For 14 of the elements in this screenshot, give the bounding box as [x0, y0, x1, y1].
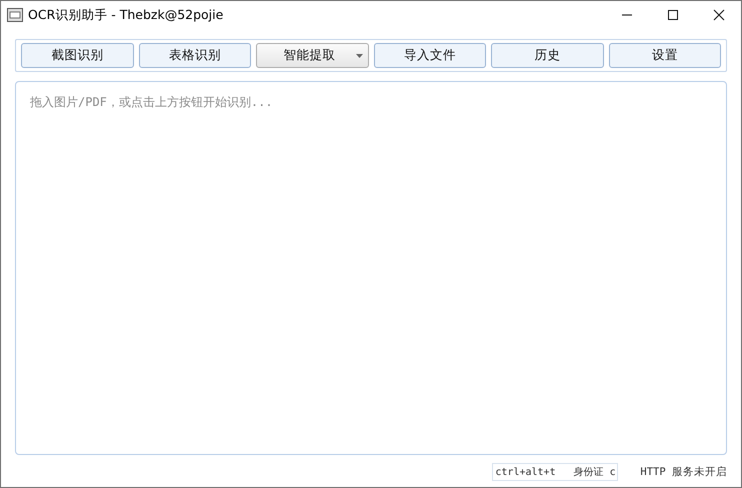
hotkey-field[interactable]: ctrl+alt+t 身份证 c: [492, 463, 618, 481]
toolbar-button[interactable]: 设置: [608, 43, 721, 68]
toolbar-button[interactable]: 导入文件: [374, 43, 486, 68]
caret-icon: [356, 54, 362, 58]
app-icon: [7, 7, 23, 23]
dropdown-button[interactable]: 智能提取: [256, 43, 368, 68]
close-icon[interactable]: [713, 9, 725, 21]
text-area[interactable]: 拖入图片/PDF，或点击上方按钮开始识别...: [15, 81, 727, 455]
maximize-icon[interactable]: [667, 9, 679, 21]
toolbar-button[interactable]: 截图识别: [21, 43, 134, 68]
toolbar-button[interactable]: 历史: [491, 43, 604, 68]
toolbar-button[interactable]: 表格识别: [138, 43, 251, 68]
window-title: OCR识别助手 - Thebzk@52pojie: [28, 6, 224, 24]
service-status: HTTP 服务未开启: [640, 465, 727, 479]
